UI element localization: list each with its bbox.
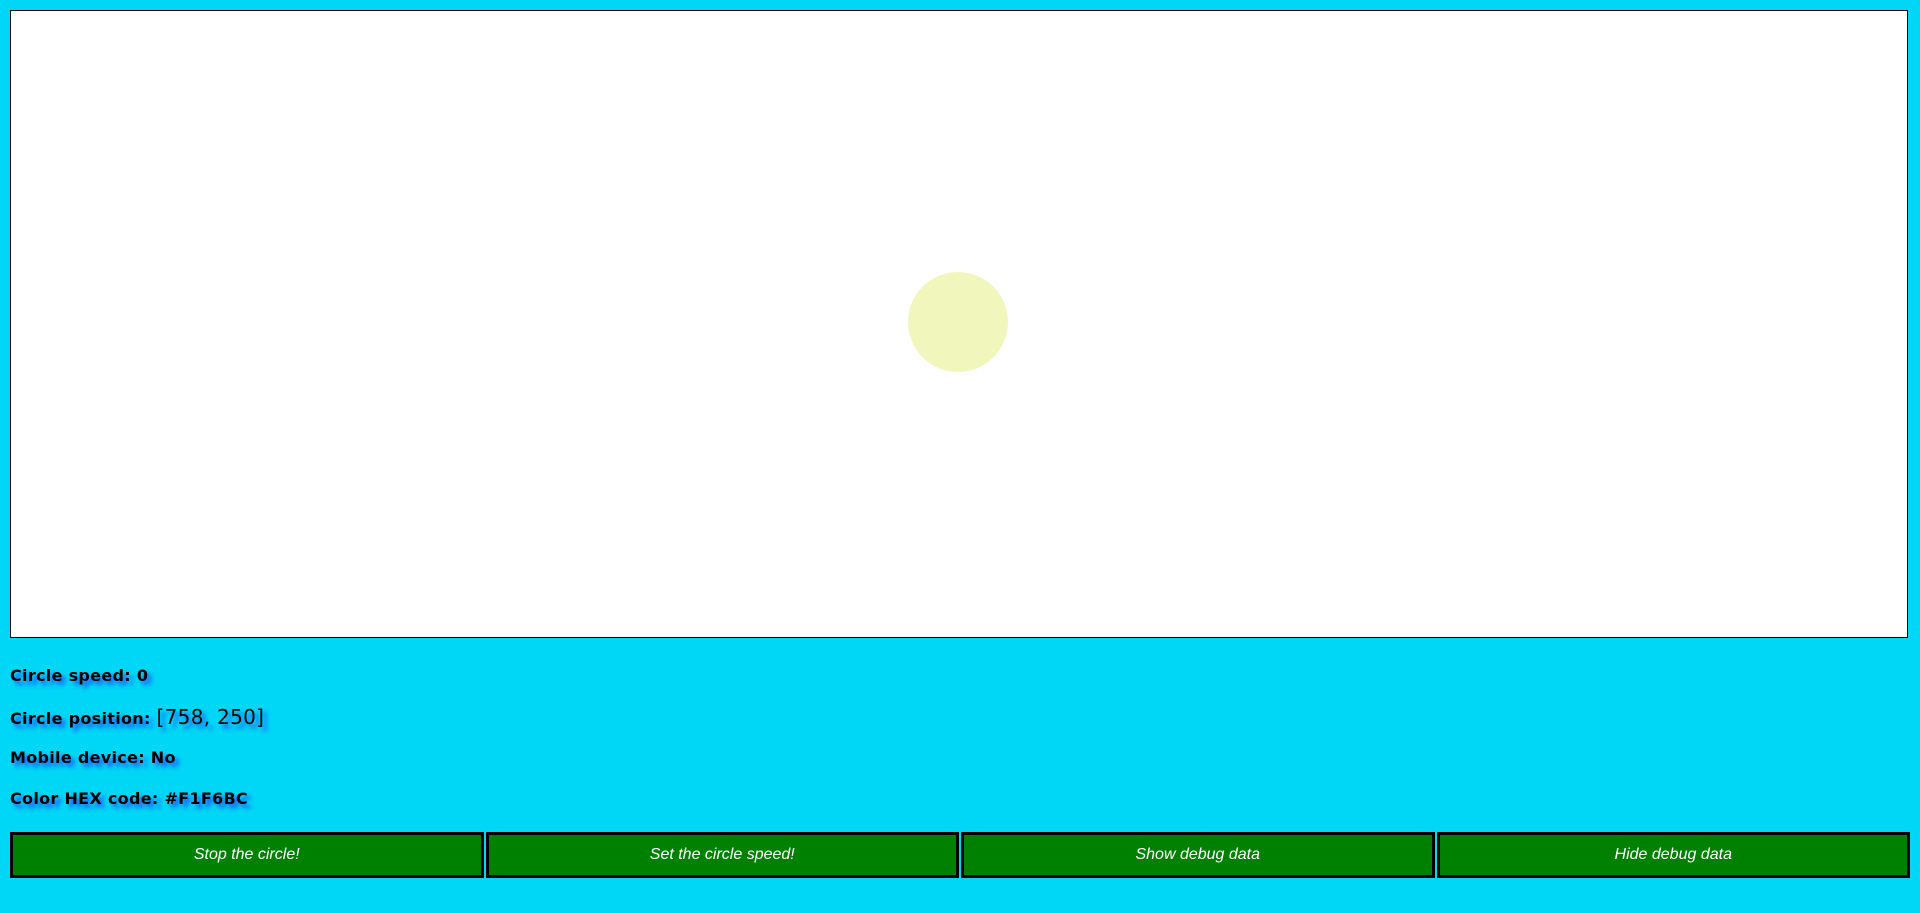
color-hex-label: Color HEX code: xyxy=(10,789,165,808)
circle-speed-value: 0 xyxy=(136,666,149,685)
circle-position-readout: Circle position: [758, 250] xyxy=(10,705,264,729)
circle-speed-label: Circle speed: xyxy=(10,666,137,685)
show-debug-button[interactable]: Show debug data xyxy=(961,832,1435,878)
color-hex-readout: Color HEX code: #F1F6BC xyxy=(10,789,248,808)
circle-speed-readout: Circle speed: 0 xyxy=(10,666,148,685)
set-circle-speed-button[interactable]: Set the circle speed! xyxy=(485,832,959,878)
hide-debug-button[interactable]: Hide debug data xyxy=(1436,832,1910,878)
circle-position-value: [758, 250] xyxy=(156,705,265,729)
drawing-canvas[interactable] xyxy=(10,10,1908,638)
control-button-row: Stop the circle! Set the circle speed! S… xyxy=(10,832,1910,878)
mobile-device-label: Mobile device: xyxy=(10,748,151,767)
mobile-device-value: No xyxy=(150,748,176,767)
color-hex-value: #F1F6BC xyxy=(164,789,249,808)
circle-position-label: Circle position: xyxy=(10,709,157,728)
mobile-device-readout: Mobile device: No xyxy=(10,748,176,767)
moving-circle[interactable] xyxy=(908,272,1008,372)
stop-circle-button[interactable]: Stop the circle! xyxy=(10,832,484,878)
